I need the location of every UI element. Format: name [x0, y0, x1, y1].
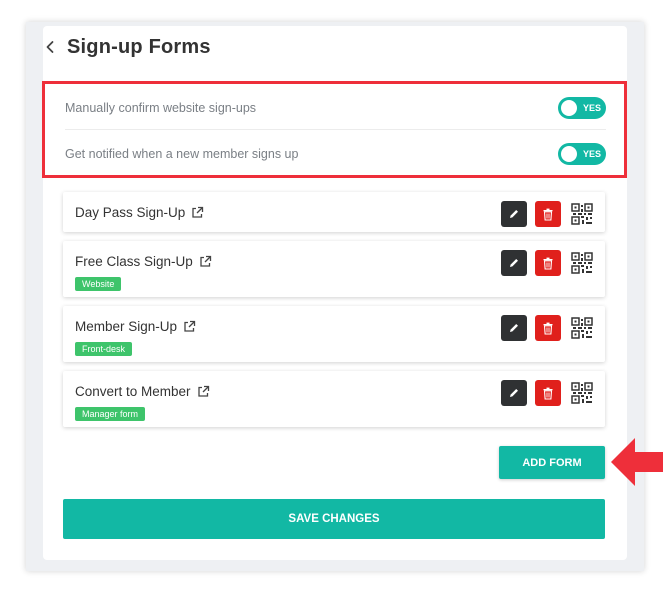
- form-card-day-pass: Day Pass Sign-Up: [63, 192, 605, 232]
- delete-button[interactable]: [535, 201, 561, 227]
- qr-code-icon: [571, 252, 593, 274]
- edit-button[interactable]: [501, 250, 527, 276]
- manual-confirm-toggle[interactable]: YES: [558, 96, 606, 119]
- trash-icon: [543, 387, 553, 400]
- notify-signup-toggle[interactable]: YES: [558, 143, 606, 165]
- setting-label: Get notified when a new member signs up: [65, 147, 299, 161]
- form-name-text: Convert to Member: [75, 384, 191, 399]
- external-link-icon[interactable]: [199, 255, 212, 268]
- external-link-icon[interactable]: [197, 385, 210, 398]
- form-tag: Front-desk: [75, 342, 133, 356]
- page-title: Sign-up Forms: [67, 35, 211, 58]
- toggle-knob: [561, 99, 577, 116]
- form-actions: [501, 315, 595, 341]
- page-header: Sign-up Forms: [43, 30, 211, 64]
- pencil-icon: [510, 259, 518, 267]
- form-card-convert-member: Convert to Member Manager form: [63, 371, 605, 427]
- form-name[interactable]: Day Pass Sign-Up: [75, 205, 204, 220]
- pencil-icon: [510, 389, 518, 397]
- form-name[interactable]: Member Sign-Up: [75, 319, 196, 334]
- qr-code-button[interactable]: [569, 201, 595, 227]
- form-tag: Manager form: [75, 407, 146, 421]
- toggle-knob: [561, 146, 577, 162]
- pencil-icon: [510, 210, 518, 218]
- edit-button[interactable]: [501, 201, 527, 227]
- form-name[interactable]: Free Class Sign-Up: [75, 254, 212, 269]
- qr-code-icon: [571, 203, 593, 225]
- chevron-left-icon[interactable]: [43, 40, 57, 54]
- form-card-member: Member Sign-Up Front-desk: [63, 306, 605, 362]
- delete-button[interactable]: [535, 315, 561, 341]
- toggle-label: YES: [582, 102, 601, 113]
- pencil-icon: [510, 324, 518, 332]
- qr-code-icon: [571, 317, 593, 339]
- edit-button[interactable]: [501, 315, 527, 341]
- delete-button[interactable]: [535, 250, 561, 276]
- form-actions: [501, 201, 595, 227]
- form-actions: [501, 380, 595, 406]
- form-tag: Website: [75, 277, 122, 291]
- settings-highlight-box: Manually confirm website sign-ups YES Ge…: [42, 81, 627, 178]
- trash-icon: [543, 208, 553, 221]
- trash-icon: [543, 257, 553, 270]
- form-name-text: Member Sign-Up: [75, 319, 178, 334]
- qr-code-button[interactable]: [569, 250, 595, 276]
- add-form-button[interactable]: ADD FORM: [499, 446, 605, 479]
- qr-code-button[interactable]: [569, 315, 595, 341]
- toggle-label: YES: [582, 149, 601, 159]
- delete-button[interactable]: [535, 380, 561, 406]
- qr-code-icon: [571, 382, 593, 404]
- external-link-icon[interactable]: [191, 206, 204, 219]
- external-link-icon[interactable]: [183, 320, 196, 333]
- form-name-text: Day Pass Sign-Up: [75, 205, 186, 220]
- form-card-free-class: Free Class Sign-Up Website: [63, 241, 605, 297]
- setting-notify-signup: Get notified when a new member signs up …: [65, 132, 606, 176]
- trash-icon: [543, 322, 553, 335]
- setting-label: Manually confirm website sign-ups: [65, 100, 257, 115]
- qr-code-button[interactable]: [569, 380, 595, 406]
- setting-manual-confirm: Manually confirm website sign-ups YES: [65, 86, 606, 130]
- save-changes-button[interactable]: SAVE CHANGES: [63, 499, 605, 539]
- arrow-left-icon: [609, 434, 665, 490]
- form-actions: [501, 250, 595, 276]
- edit-button[interactable]: [501, 380, 527, 406]
- form-name[interactable]: Convert to Member: [75, 384, 210, 399]
- form-name-text: Free Class Sign-Up: [75, 254, 193, 269]
